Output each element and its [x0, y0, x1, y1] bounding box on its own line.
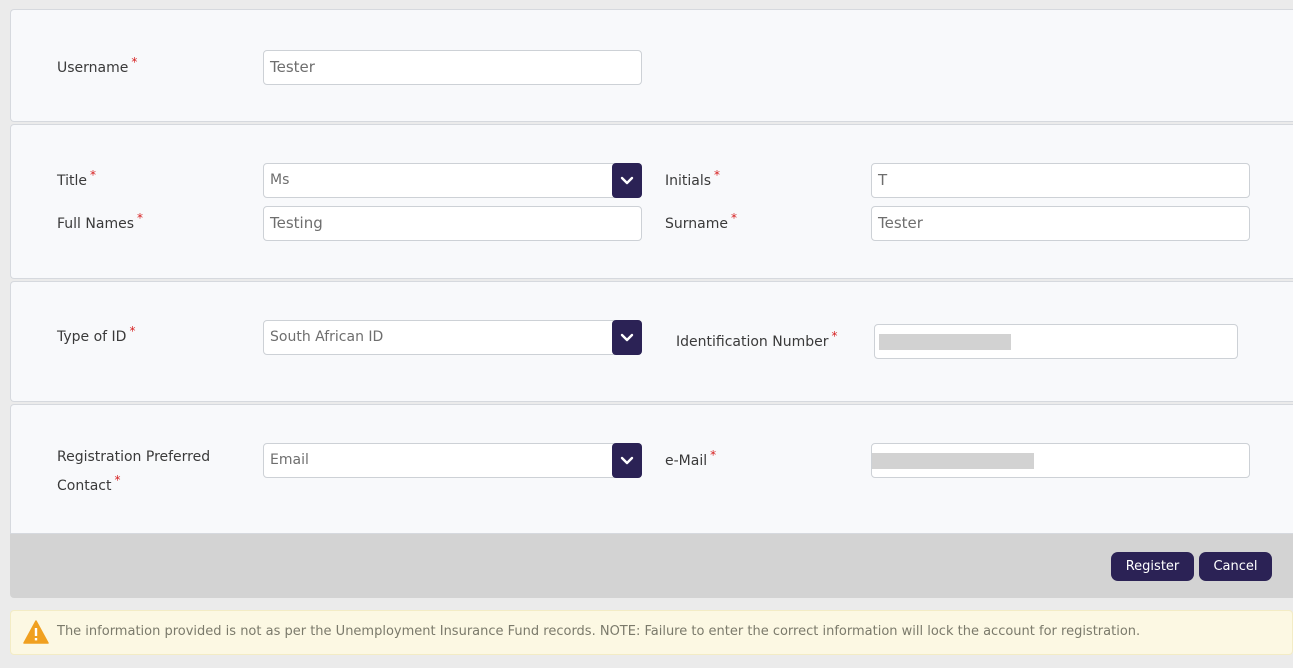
title-select[interactable]: Ms: [263, 163, 642, 198]
redacted-value: [879, 334, 1011, 350]
required-marker: *: [714, 168, 721, 182]
personal-details-section: Title * Ms Initials * T Full Names * Testin…: [10, 124, 1293, 279]
preferred-contact-label: Registration Preferred Contact *: [57, 449, 211, 494]
chevron-down-icon[interactable]: [612, 443, 642, 478]
required-marker: *: [90, 168, 97, 182]
cancel-button[interactable]: Cancel: [1199, 552, 1272, 581]
chevron-down-icon[interactable]: [612, 163, 642, 198]
username-input[interactable]: Tester: [263, 50, 642, 85]
required-marker: *: [137, 211, 143, 225]
initials-label: Initials *: [665, 168, 721, 189]
required-marker: *: [730, 211, 737, 225]
warning-notice: The information provided is not as per t…: [10, 610, 1293, 655]
username-section: Username * Tester: [10, 9, 1293, 122]
chevron-down-icon[interactable]: [612, 320, 642, 355]
warning-text: The information provided is not as per t…: [57, 624, 1141, 639]
required-marker: *: [831, 329, 838, 343]
form-actions-bar: Register Cancel: [10, 534, 1293, 598]
redacted-value: [872, 453, 1034, 469]
username-label: Username *: [57, 55, 138, 76]
surname-input[interactable]: Tester: [871, 206, 1250, 241]
contact-section: Registration Preferred Contact * Email e-…: [10, 404, 1293, 534]
preferred-contact-select[interactable]: Email: [263, 443, 642, 478]
warning-icon: [23, 620, 49, 648]
required-marker: *: [129, 324, 136, 338]
type-of-id-select[interactable]: South African ID: [263, 320, 642, 355]
register-button[interactable]: Register: [1111, 552, 1194, 581]
title-label: Title *: [57, 168, 97, 189]
identification-section: Type of ID * South African ID Identificat…: [10, 281, 1293, 402]
initials-input[interactable]: T: [871, 163, 1250, 198]
required-marker: *: [710, 448, 717, 462]
required-marker: *: [131, 55, 138, 69]
full-names-label: Full Names *: [57, 211, 143, 232]
email-label: e-Mail *: [665, 448, 717, 469]
email-input[interactable]: [871, 443, 1250, 478]
type-of-id-label: Type of ID *: [57, 324, 136, 345]
identification-number-label: Identification Number *: [676, 329, 838, 350]
surname-label: Surname *: [665, 211, 737, 232]
full-names-input[interactable]: Testing: [263, 206, 642, 241]
required-marker: *: [114, 473, 121, 487]
identification-number-input[interactable]: [874, 324, 1238, 359]
